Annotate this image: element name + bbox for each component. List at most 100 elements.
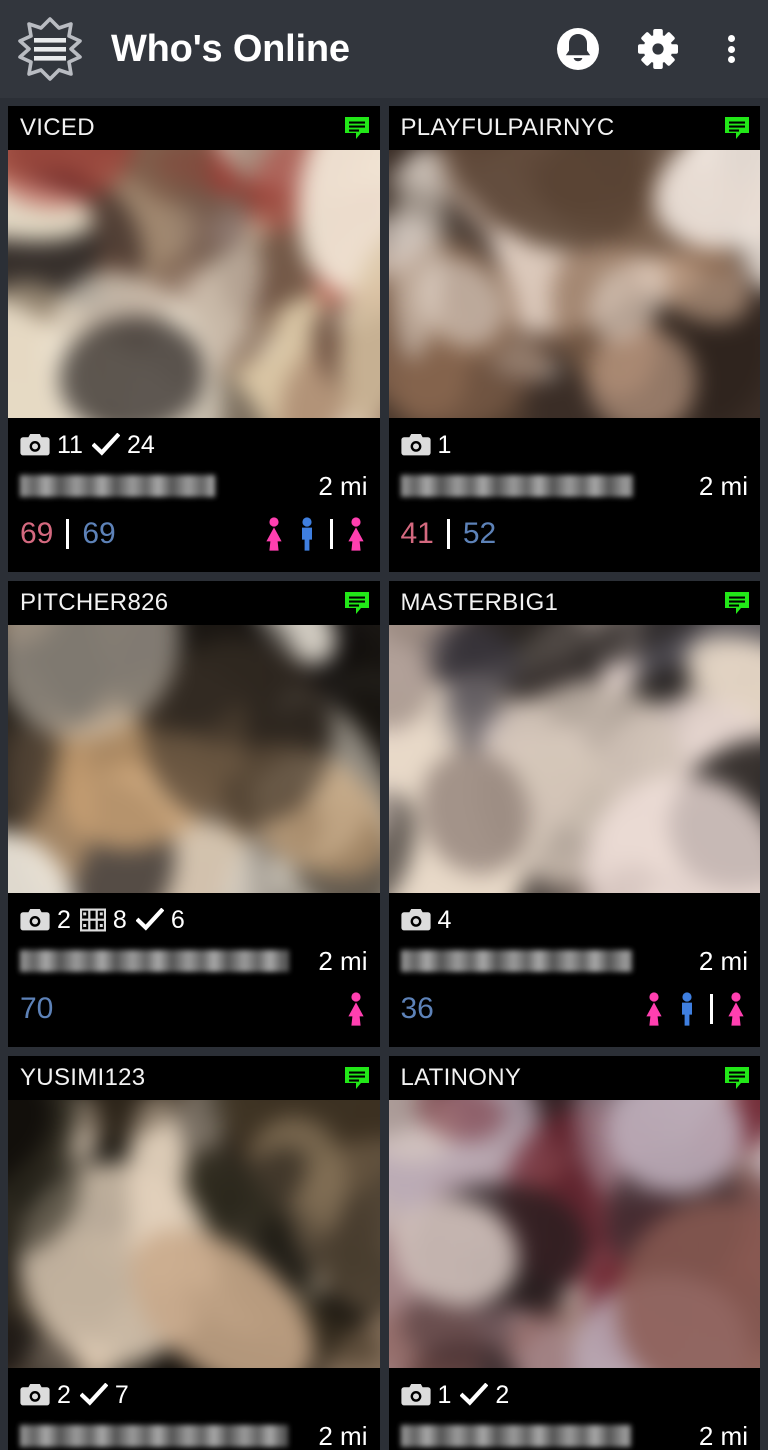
verified-count: 2 xyxy=(495,1380,510,1409)
male-figure-icon xyxy=(682,992,692,1026)
photo-count-group: 4 xyxy=(400,905,452,934)
profile-meta: 1 xyxy=(389,418,761,562)
ages-group: 41 52 xyxy=(401,519,496,549)
distance-label: 2 mi xyxy=(318,1420,368,1450)
female-figure-icon xyxy=(646,992,662,1026)
chat-bubble-icon[interactable] xyxy=(344,116,370,140)
username-label: LATINONY xyxy=(400,1064,522,1091)
distance-label: 2 mi xyxy=(698,470,748,501)
distance-label: 2 mi xyxy=(698,1420,748,1450)
overflow-menu-button[interactable] xyxy=(712,23,750,75)
media-counts-row: 2 8 6 xyxy=(20,899,368,941)
profile-photo[interactable] xyxy=(8,625,380,893)
location-row: 2 mi xyxy=(400,1416,748,1450)
username-label: PITCHER826 xyxy=(20,589,169,616)
profile-card-header: VICED xyxy=(8,106,380,150)
profile-card-latinony[interactable]: LATINONY 1 2 2 mi xyxy=(388,1056,761,1450)
camera-icon xyxy=(20,1384,50,1406)
menu-button[interactable] xyxy=(14,13,86,85)
username-label: VICED xyxy=(20,114,95,141)
age-male: 69 xyxy=(82,517,116,550)
more-vertical-icon xyxy=(727,32,735,67)
checkmark-icon xyxy=(460,1383,489,1406)
chat-bubble-icon[interactable] xyxy=(344,591,370,615)
username-label: PLAYFULPAIRNYC xyxy=(400,114,615,141)
profile-photo-canvas xyxy=(388,150,760,418)
gender-icons-group xyxy=(642,992,748,1026)
profile-card-playfulpairnyc[interactable]: PLAYFULPAIRNYC 1 2 mi 41 52 xyxy=(388,106,761,572)
checkmark-icon xyxy=(135,908,164,931)
age-male: 70 xyxy=(20,992,54,1025)
age-male: 36 xyxy=(400,992,434,1025)
app-bar-actions xyxy=(552,23,750,75)
username-label: MASTERBIG1 xyxy=(400,589,559,616)
profile-photo[interactable] xyxy=(388,150,760,418)
profile-card-viced[interactable]: VICED 11 24 2 mi 69 69 xyxy=(8,106,380,572)
profile-photo[interactable] xyxy=(8,150,380,418)
age-female: 69 xyxy=(20,517,54,550)
profile-photo[interactable] xyxy=(8,1100,380,1368)
photo-count: 4 xyxy=(437,905,452,934)
profile-photo-canvas xyxy=(8,625,380,893)
location-row: 2 mi xyxy=(20,466,368,506)
ages-group: 69 69 xyxy=(20,519,116,549)
bell-icon xyxy=(557,28,599,70)
profile-meta: 4 2 mi 36 xyxy=(389,893,761,1037)
gender-separator xyxy=(710,994,713,1024)
gender-separator xyxy=(329,519,333,549)
photo-count-group: 11 xyxy=(20,430,83,459)
distance-label: 2 mi xyxy=(318,470,368,501)
media-counts-row: 1 xyxy=(400,424,749,466)
camera-icon xyxy=(400,1384,431,1406)
verified-count: 6 xyxy=(170,905,185,934)
ages-and-genders-row: 70 xyxy=(20,981,368,1037)
page-title: Who's Online xyxy=(111,27,350,70)
gender-icons-group xyxy=(344,992,368,1026)
distance-label: 2 mi xyxy=(698,945,748,976)
age-separator xyxy=(446,519,450,549)
video-count-group: 8 xyxy=(79,907,127,933)
settings-button[interactable] xyxy=(632,23,684,75)
notifications-button[interactable] xyxy=(552,23,604,75)
film-strip-icon xyxy=(79,908,106,932)
verified-count: 24 xyxy=(126,430,155,459)
ages-group: 70 xyxy=(20,994,53,1024)
male-figure-icon xyxy=(301,517,312,551)
profile-card-yusimi123[interactable]: YUSIMI123 2 7 2 mi xyxy=(8,1056,380,1450)
profile-card-pitcher826[interactable]: PITCHER826 2 8 6 2 mi 70 xyxy=(8,581,380,1047)
profile-card-header: PITCHER826 xyxy=(8,581,380,625)
female-figure-icon xyxy=(728,992,744,1026)
chat-bubble-icon[interactable] xyxy=(724,116,750,140)
profile-card-header: LATINONY xyxy=(388,1056,760,1100)
camera-icon xyxy=(400,434,431,456)
location-redacted xyxy=(20,950,289,972)
profile-meta: 1 xyxy=(389,1368,761,1450)
photo-count-group: 1 xyxy=(400,1382,451,1408)
gender-icons-group xyxy=(262,517,368,551)
ages-group: 36 xyxy=(401,994,434,1024)
location-redacted xyxy=(400,475,633,497)
checkmark-icon xyxy=(79,1383,108,1406)
camera-icon xyxy=(400,909,431,931)
female-figure-icon xyxy=(347,517,364,551)
distance-label: 2 mi xyxy=(318,945,368,976)
checkmark-icon xyxy=(91,433,120,456)
profile-photo[interactable] xyxy=(388,1100,760,1368)
chat-bubble-icon[interactable] xyxy=(344,1066,370,1090)
media-counts-row: 1 xyxy=(400,1374,749,1416)
chat-bubble-icon[interactable] xyxy=(724,1066,750,1090)
photo-count: 11 xyxy=(57,430,83,459)
media-counts-row: 4 xyxy=(400,899,749,941)
chat-bubble-icon[interactable] xyxy=(724,591,750,615)
profile-photo-canvas xyxy=(8,1100,380,1368)
verified-count-group: 24 xyxy=(91,430,155,459)
profile-card-masterbig1[interactable]: MASTERBIG1 4 2 mi 36 xyxy=(388,581,761,1047)
profile-photo[interactable] xyxy=(388,625,760,893)
media-counts-row: 2 7 xyxy=(20,1374,368,1416)
camera-icon xyxy=(20,434,50,456)
ages-and-genders-row: 41 52 xyxy=(401,506,749,562)
photo-count-group: 2 xyxy=(20,907,71,933)
location-redacted xyxy=(400,950,632,972)
camera-icon xyxy=(20,909,50,931)
photo-count-group: 2 xyxy=(20,1382,71,1408)
